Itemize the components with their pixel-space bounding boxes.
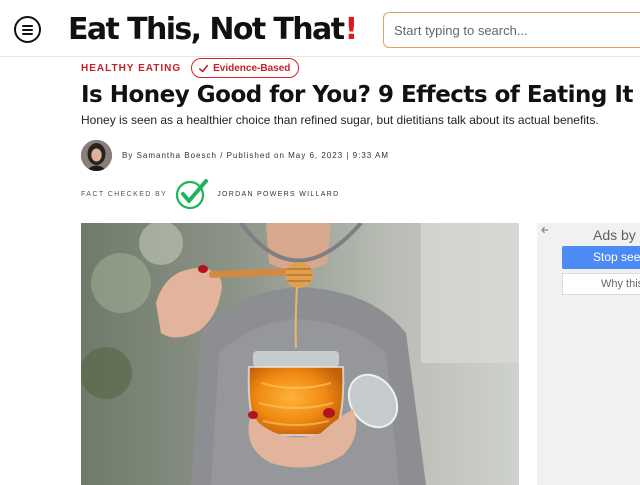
logo-mark: ! [344, 12, 359, 47]
category-link[interactable]: HEALTHY EATING [81, 63, 181, 74]
menu-icon-bar [22, 25, 33, 27]
article-kicker: HEALTHY EATING Evidence-Based [81, 58, 300, 78]
fact-checker-link[interactable]: JORDAN POWERS WILLARD [217, 191, 339, 198]
site-logo[interactable]: Eat This, Not That! [68, 10, 358, 50]
badge-label: Evidence-Based [213, 62, 291, 74]
byline-text: By Samantha Boesch / Published on May 6,… [122, 151, 389, 160]
article-subtitle: Honey is seen as a healthier choice than… [81, 113, 599, 127]
logo-text: Eat This, Not That [68, 12, 345, 47]
fact-check: FACT CHECKED BY JORDAN POWERS WILLARD [81, 178, 339, 210]
menu-button[interactable] [14, 16, 41, 43]
publish-date: / Published on May 6, 2023 | 9:33 AM [220, 151, 390, 160]
back-arrow-icon[interactable] [540, 225, 550, 235]
fact-check-icon [176, 179, 209, 210]
author-photo [81, 140, 112, 171]
search-box[interactable] [383, 12, 640, 48]
hero-image [81, 223, 519, 485]
check-icon [199, 64, 209, 72]
byline-prefix: By [122, 151, 134, 160]
site-header: Eat This, Not That! [0, 0, 640, 57]
article-title: Is Honey Good for You? 9 Effects of Eati… [81, 82, 633, 108]
why-this-ad-button[interactable]: Why this [562, 273, 640, 295]
byline: By Samantha Boesch / Published on May 6,… [81, 140, 389, 171]
menu-icon-bar [22, 33, 33, 35]
ad-panel: Ads by G Stop seeing Why this [537, 223, 640, 485]
menu-icon-bar [22, 29, 33, 31]
author-avatar[interactable] [81, 140, 112, 171]
search-input[interactable] [384, 13, 640, 47]
evidence-badge[interactable]: Evidence-Based [191, 58, 300, 78]
author-link[interactable]: Samantha Boesch [137, 151, 217, 160]
fact-checked-label: FACT CHECKED BY [81, 190, 168, 198]
ads-by-label: Ads by G [593, 227, 640, 243]
stop-seeing-ad-button[interactable]: Stop seeing [562, 246, 640, 269]
honey-jar-photo [81, 223, 519, 485]
